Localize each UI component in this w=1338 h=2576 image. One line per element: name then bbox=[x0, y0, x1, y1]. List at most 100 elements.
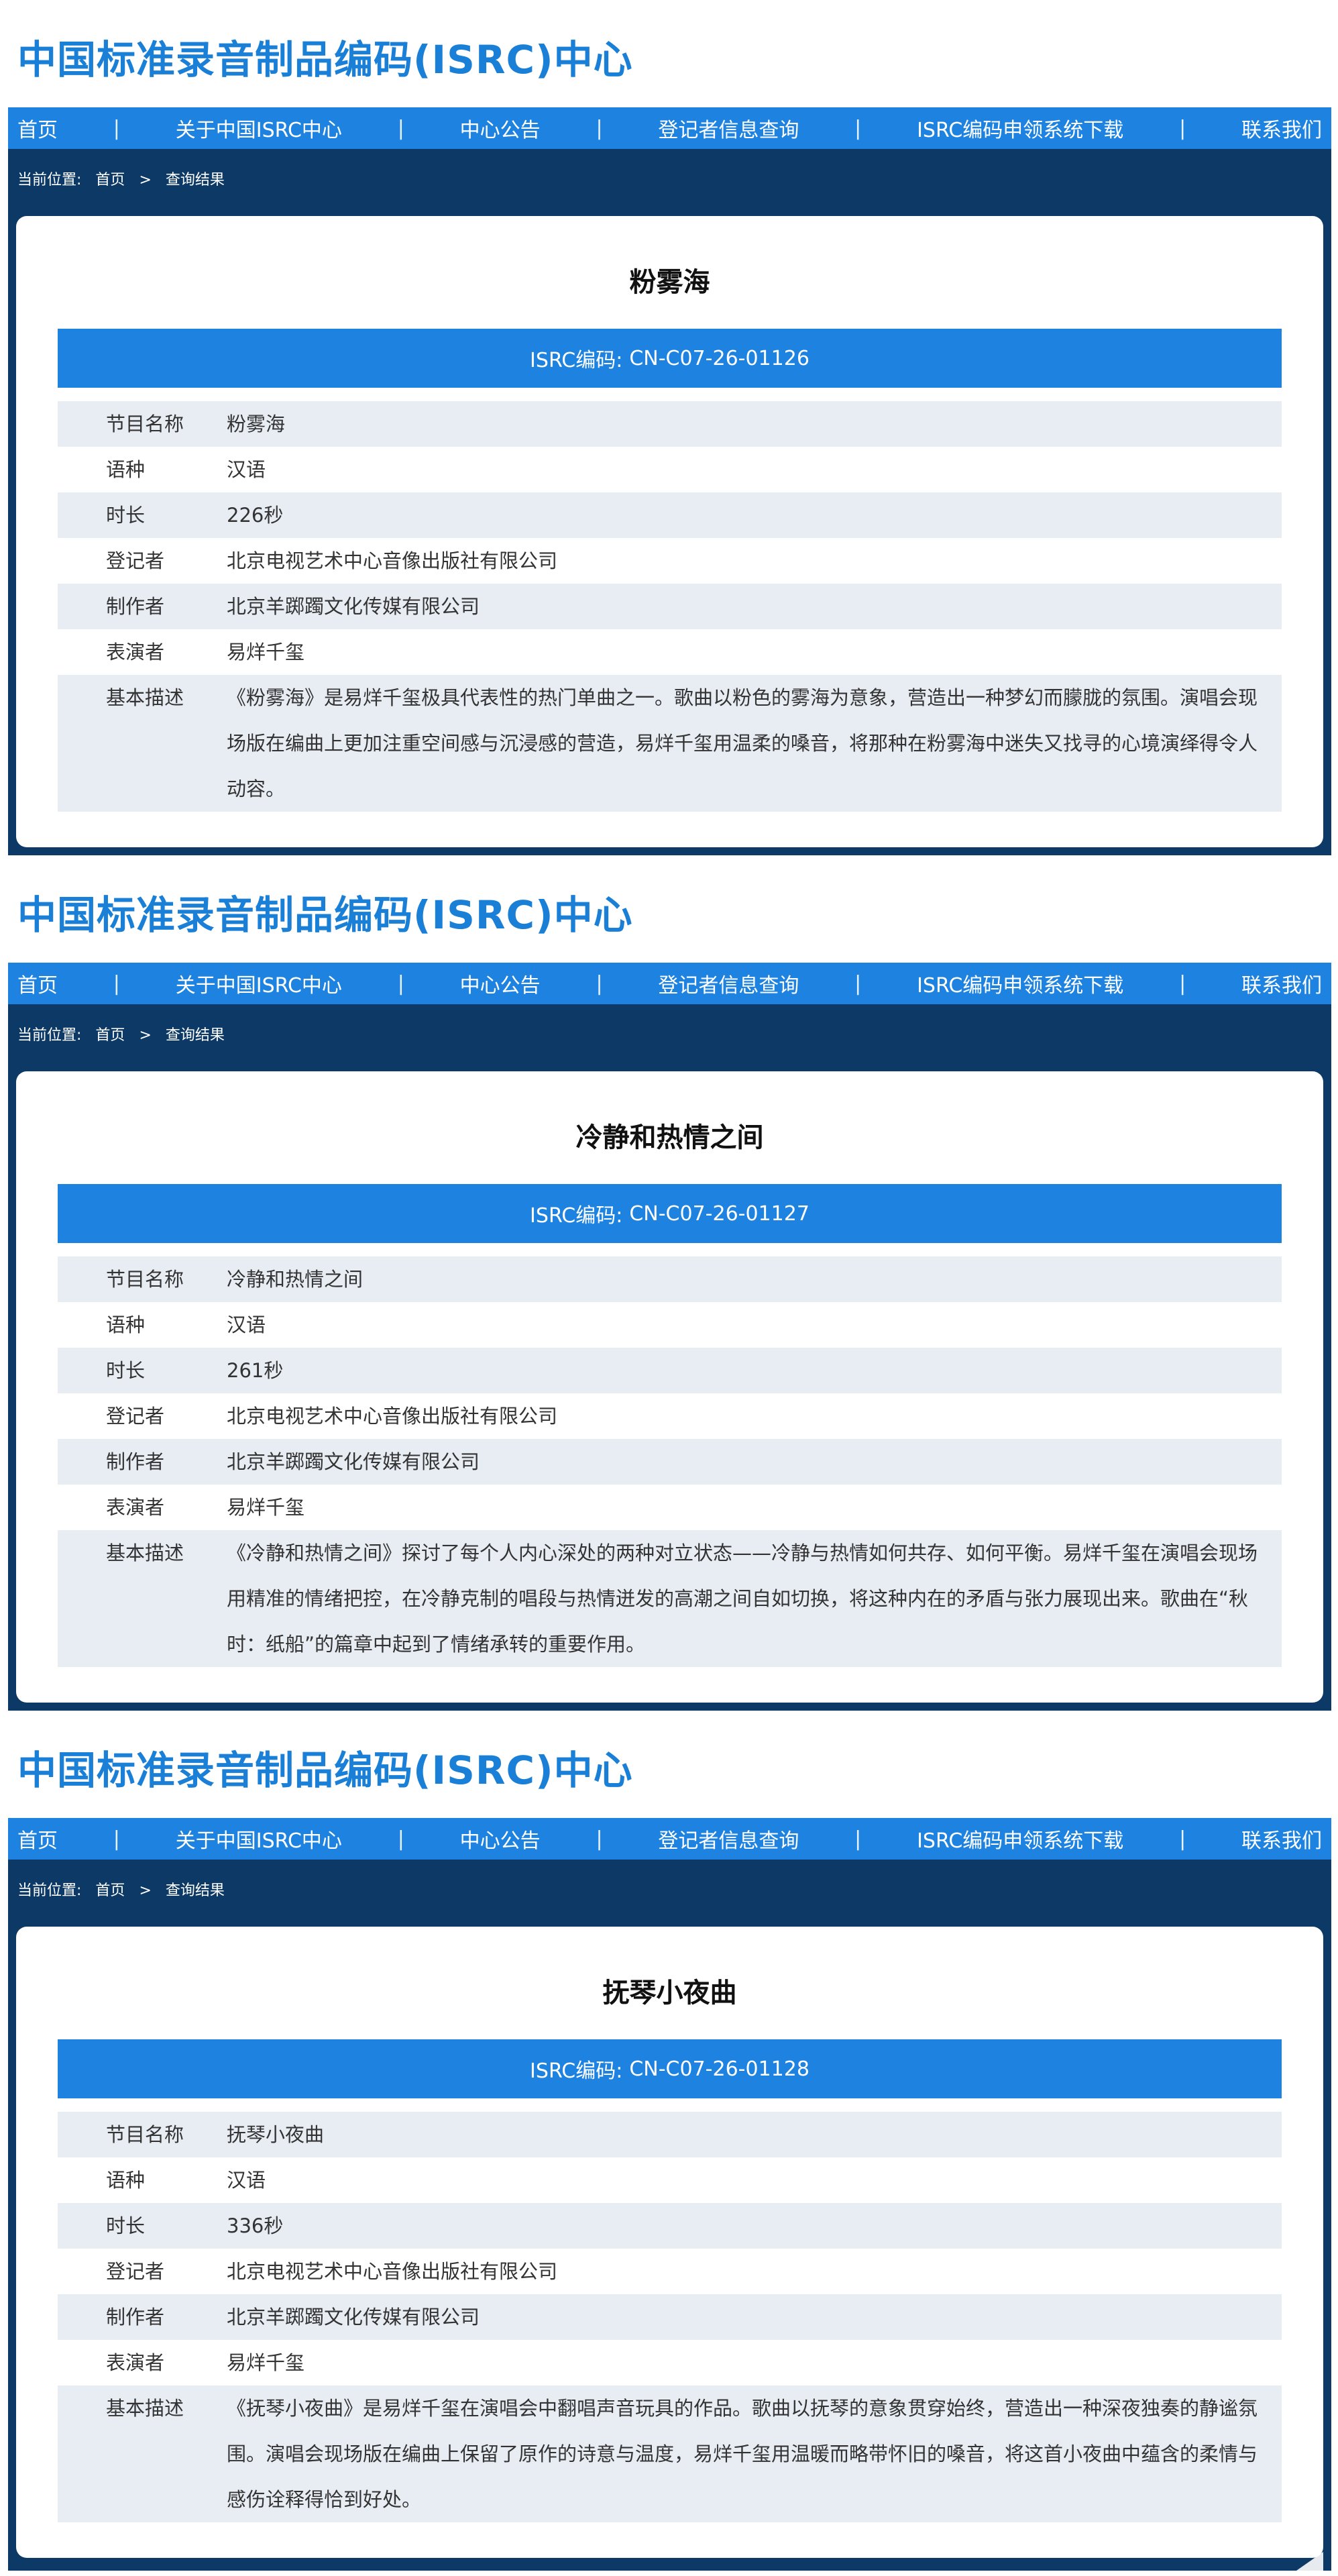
row-value: 336秒 bbox=[227, 2214, 284, 2237]
row-value: 易烊千玺 bbox=[227, 1496, 305, 1519]
table-row: 时长 261秒 bbox=[58, 1348, 1282, 1393]
nav-registrant-query[interactable]: 登记者信息查询 bbox=[658, 113, 799, 143]
nav-separator: | bbox=[854, 1827, 862, 1851]
row-value: 《抚琴小夜曲》是易烊千玺在演唱会中翻唱声音玩具的作品。歌曲以抚琴的意象贯穿始终，… bbox=[227, 2397, 1258, 2511]
nav-home[interactable]: 首页 bbox=[17, 1824, 58, 1854]
table-row: 表演者 易烊千玺 bbox=[58, 2340, 1282, 2385]
nav-separator: | bbox=[113, 971, 120, 996]
nav-separator: | bbox=[596, 971, 603, 996]
breadcrumb-home[interactable]: 首页 bbox=[95, 1882, 125, 1899]
site-title: 中国标准录音制品编码(ISRC)中心 bbox=[17, 1748, 633, 1793]
row-key: 表演者 bbox=[106, 641, 165, 663]
row-value: 北京电视艺术中心音像出版社有限公司 bbox=[227, 1405, 558, 1428]
nav-home[interactable]: 首页 bbox=[17, 113, 58, 143]
main-nav: 首页 | 关于中国ISRC中心 | 中心公告 | 登记者信息查询 | ISRC编… bbox=[8, 107, 1331, 149]
isrc-panel-3: 中国标准录音制品编码(ISRC)中心 首页 | 关于中国ISRC中心 | 中心公… bbox=[0, 1711, 1338, 2576]
nav-separator: | bbox=[113, 116, 120, 140]
table-row: 时长 336秒 bbox=[58, 2203, 1282, 2249]
nav-registrant-query[interactable]: 登记者信息查询 bbox=[658, 969, 799, 998]
breadcrumb-current: 查询结果 bbox=[165, 1027, 225, 1044]
row-key: 语种 bbox=[106, 2169, 146, 2192]
nav-announcements[interactable]: 中心公告 bbox=[460, 1824, 541, 1854]
breadcrumb: 当前位置: 首页 > 查询结果 bbox=[17, 1023, 234, 1044]
isrc-code-bar: ISRC编码: CN-C07-26-01126 bbox=[58, 329, 1282, 388]
breadcrumb-current: 查询结果 bbox=[165, 1882, 225, 1899]
row-value: 226秒 bbox=[227, 504, 284, 527]
row-value: 汉语 bbox=[227, 458, 266, 481]
nav-download[interactable]: ISRC编码申领系统下载 bbox=[917, 969, 1123, 998]
nav-announcements[interactable]: 中心公告 bbox=[460, 113, 541, 143]
nav-separator: | bbox=[1179, 1827, 1186, 1851]
table-row: 语种 汉语 bbox=[58, 2157, 1282, 2203]
table-row: 表演者 易烊千玺 bbox=[58, 629, 1282, 675]
nav-registrant-query[interactable]: 登记者信息查询 bbox=[658, 1824, 799, 1854]
song-title: 粉雾海 bbox=[629, 267, 710, 298]
breadcrumb-home[interactable]: 首页 bbox=[95, 172, 125, 189]
row-key: 基本描述 bbox=[106, 686, 184, 709]
detail-table: 节目名称 粉雾海 语种 汉语 时长 226秒 登记者 北京电视艺术中心音像出版社… bbox=[58, 401, 1282, 812]
table-row: 登记者 北京电视艺术中心音像出版社有限公司 bbox=[58, 538, 1282, 584]
folded-page-icon bbox=[1296, 2552, 1323, 2571]
nav-announcements[interactable]: 中心公告 bbox=[460, 969, 541, 998]
breadcrumb: 当前位置: 首页 > 查询结果 bbox=[17, 1878, 234, 1900]
nav-contact[interactable]: 联系我们 bbox=[1241, 113, 1322, 143]
nav-about[interactable]: 关于中国ISRC中心 bbox=[176, 1824, 342, 1854]
nav-separator: | bbox=[1179, 971, 1186, 996]
nav-home[interactable]: 首页 bbox=[17, 969, 58, 998]
isrc-code: CN-C07-26-01126 bbox=[629, 346, 810, 370]
row-key: 语种 bbox=[106, 1313, 146, 1336]
row-key: 制作者 bbox=[106, 1450, 165, 1473]
row-key: 制作者 bbox=[106, 2306, 165, 2328]
row-value: 北京电视艺术中心音像出版社有限公司 bbox=[227, 549, 558, 572]
isrc-code: CN-C07-26-01128 bbox=[629, 2057, 810, 2081]
row-key: 登记者 bbox=[106, 2260, 165, 2283]
table-row: 时长 226秒 bbox=[58, 492, 1282, 538]
row-value: 粉雾海 bbox=[227, 413, 286, 435]
content-area: 当前位置: 首页 > 查询结果 抚琴小夜曲 ISRC编码: CN-C07-26-… bbox=[8, 1860, 1331, 2571]
row-value: 《粉雾海》是易烊千玺极具代表性的热门单曲之一。歌曲以粉色的雾海为意象，营造出一种… bbox=[227, 686, 1258, 800]
main-nav: 首页 | 关于中国ISRC中心 | 中心公告 | 登记者信息查询 | ISRC编… bbox=[8, 963, 1331, 1004]
row-key: 节目名称 bbox=[106, 1268, 184, 1291]
breadcrumb-home[interactable]: 首页 bbox=[95, 1027, 125, 1044]
row-key: 制作者 bbox=[106, 595, 165, 618]
table-row: 制作者 北京羊踯躅文化传媒有限公司 bbox=[58, 584, 1282, 629]
row-value: 北京羊踯躅文化传媒有限公司 bbox=[227, 2306, 480, 2328]
nav-about[interactable]: 关于中国ISRC中心 bbox=[176, 113, 342, 143]
row-value: 易烊千玺 bbox=[227, 2351, 305, 2374]
nav-separator: | bbox=[1179, 116, 1186, 140]
table-row: 制作者 北京羊踯躅文化传媒有限公司 bbox=[58, 2294, 1282, 2340]
row-key: 时长 bbox=[106, 1359, 146, 1382]
row-value: 汉语 bbox=[227, 1313, 266, 1336]
breadcrumb-separator: > bbox=[139, 1027, 152, 1044]
nav-contact[interactable]: 联系我们 bbox=[1241, 969, 1322, 998]
row-value: 易烊千玺 bbox=[227, 641, 305, 663]
row-key: 表演者 bbox=[106, 2351, 165, 2374]
song-title: 冷静和热情之间 bbox=[575, 1122, 764, 1153]
table-row: 表演者 易烊千玺 bbox=[58, 1485, 1282, 1530]
nav-contact[interactable]: 联系我们 bbox=[1241, 1824, 1322, 1854]
isrc-code-bar: ISRC编码: CN-C07-26-01127 bbox=[58, 1184, 1282, 1243]
row-key: 时长 bbox=[106, 2214, 146, 2237]
nav-about[interactable]: 关于中国ISRC中心 bbox=[176, 969, 342, 998]
table-row: 制作者 北京羊踯躅文化传媒有限公司 bbox=[58, 1439, 1282, 1485]
row-value: 冷静和热情之间 bbox=[227, 1268, 364, 1291]
breadcrumb: 当前位置: 首页 > 查询结果 bbox=[17, 168, 234, 189]
table-row: 节目名称 冷静和热情之间 bbox=[58, 1256, 1282, 1302]
nav-separator: | bbox=[113, 1827, 120, 1851]
row-key: 时长 bbox=[106, 504, 146, 527]
row-value: 抚琴小夜曲 bbox=[227, 2123, 325, 2146]
nav-separator: | bbox=[596, 116, 603, 140]
detail-table: 节目名称 抚琴小夜曲 语种 汉语 时长 336秒 登记者 北京电视艺术中心音像出… bbox=[58, 2112, 1282, 2522]
table-row: 语种 汉语 bbox=[58, 1302, 1282, 1348]
table-row: 节目名称 抚琴小夜曲 bbox=[58, 2112, 1282, 2157]
isrc-label: ISRC编码: bbox=[530, 2059, 623, 2083]
result-card: 抚琴小夜曲 ISRC编码: CN-C07-26-01128 节目名称 抚琴小夜曲… bbox=[16, 1927, 1323, 2558]
row-key: 表演者 bbox=[106, 1496, 165, 1519]
breadcrumb-label: 当前位置: bbox=[17, 1027, 82, 1044]
isrc-code: CN-C07-26-01127 bbox=[629, 1201, 810, 1226]
nav-download[interactable]: ISRC编码申领系统下载 bbox=[917, 113, 1123, 143]
nav-separator: | bbox=[854, 971, 862, 996]
nav-download[interactable]: ISRC编码申领系统下载 bbox=[917, 1824, 1123, 1854]
table-row: 基本描述 《抚琴小夜曲》是易烊千玺在演唱会中翻唱声音玩具的作品。歌曲以抚琴的意象… bbox=[58, 2385, 1282, 2522]
table-row: 登记者 北京电视艺术中心音像出版社有限公司 bbox=[58, 2249, 1282, 2294]
